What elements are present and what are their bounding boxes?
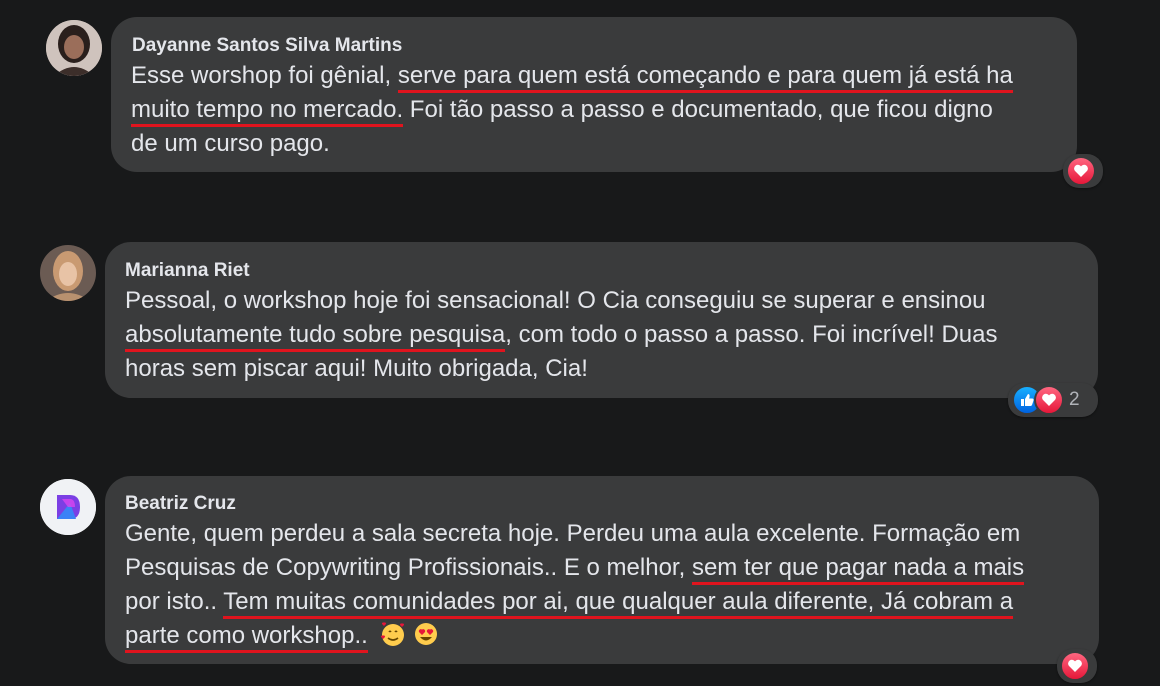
reaction-badge[interactable] bbox=[1057, 649, 1097, 683]
comment-author[interactable]: Marianna Riet bbox=[125, 260, 250, 282]
heart-eyes-icon bbox=[413, 621, 439, 657]
avatar[interactable] bbox=[40, 245, 96, 301]
smiling-face-with-hearts-icon bbox=[380, 621, 406, 657]
reaction-badge[interactable] bbox=[1063, 154, 1103, 188]
highlighted-text: absolutamente tudo sobre pesquisa bbox=[125, 321, 506, 352]
avatar[interactable] bbox=[46, 20, 102, 76]
heart-icon bbox=[1066, 156, 1096, 186]
reaction-badge[interactable]: 2 bbox=[1008, 383, 1098, 417]
text-segment: de um curso pago. bbox=[131, 130, 330, 157]
comment-line: Esse worshop foi gênial, serve para quem… bbox=[131, 59, 1013, 93]
heart-icon bbox=[1034, 385, 1064, 415]
comment-text: Pessoal, o workshop hoje foi sensacional… bbox=[125, 284, 998, 386]
reaction-count: 2 bbox=[1069, 389, 1080, 410]
text-segment: Gente, quem perdeu a sala secreta hoje. … bbox=[125, 520, 1021, 547]
highlighted-text: Tem muitas comunidades por ai, que qualq… bbox=[223, 588, 1014, 619]
comment-text: Esse worshop foi gênial, serve para quem… bbox=[131, 59, 1013, 161]
profile-photo-icon bbox=[40, 245, 96, 301]
text-segment: , com todo o passo a passo. Foi incrível… bbox=[505, 321, 998, 348]
profile-photo-icon bbox=[46, 20, 102, 76]
comment-author[interactable]: Dayanne Santos Silva Martins bbox=[132, 35, 402, 57]
text-segment: por isto.. bbox=[125, 588, 224, 615]
highlighted-text: sem ter que pagar nada a mais bbox=[691, 554, 1025, 585]
highlighted-text: parte como workshop.. bbox=[125, 622, 368, 653]
comment-line: muito tempo no mercado. Foi tão passo a … bbox=[131, 93, 1013, 127]
comment-line: absolutamente tudo sobre pesquisa, com t… bbox=[125, 318, 998, 352]
highlighted-text: muito tempo no mercado. bbox=[131, 96, 404, 127]
heart-icon bbox=[1060, 651, 1090, 681]
comment-line: Pessoal, o workshop hoje foi sensacional… bbox=[125, 284, 998, 318]
comment-author[interactable]: Beatriz Cruz bbox=[125, 493, 236, 515]
comment-line: horas sem piscar aqui! Muito obrigada, C… bbox=[125, 352, 998, 386]
comment-line: por isto.. Tem muitas comunidades por ai… bbox=[125, 585, 1024, 619]
comment-text: Gente, quem perdeu a sala secreta hoje. … bbox=[125, 517, 1025, 657]
highlighted-text: serve para quem está começando e para qu… bbox=[397, 62, 1013, 93]
text-segment: Pessoal, o workshop hoje foi sensacional… bbox=[125, 287, 986, 314]
text-segment: Esse worshop foi gênial, bbox=[131, 62, 398, 89]
comment-line: Pesquisas de Copywriting Profissionais..… bbox=[125, 551, 1025, 585]
comment-line: de um curso pago. bbox=[131, 127, 1013, 161]
profile-photo-icon bbox=[40, 479, 96, 535]
text-segment: Foi tão passo a passo e documentado, que… bbox=[403, 96, 993, 123]
comment-line: parte como workshop.. bbox=[125, 619, 1024, 657]
text-segment: horas sem piscar aqui! Muito obrigada, C… bbox=[125, 355, 588, 382]
comment-line: Gente, quem perdeu a sala secreta hoje. … bbox=[125, 517, 1024, 551]
text-segment: Pesquisas de Copywriting Profissionais..… bbox=[125, 554, 692, 581]
avatar[interactable] bbox=[40, 479, 96, 535]
